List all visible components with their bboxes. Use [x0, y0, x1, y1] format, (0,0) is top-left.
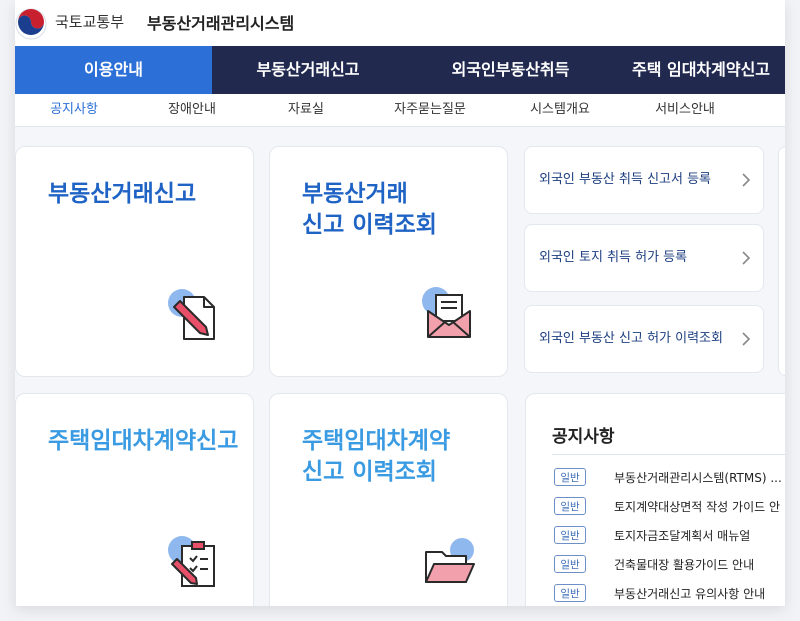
card-title: 부동산거래 신고 이력조회	[302, 181, 437, 238]
sub-nav: 공지사항 장애안내 자료실 자주묻는질문 시스템개요 서비스안내	[15, 94, 785, 127]
link-foreigner-permit-history[interactable]: 외국인 부동산 신고 허가 이력조회	[524, 305, 764, 373]
card-lease-report[interactable]: 주택임대차계약신고	[15, 393, 254, 606]
notice-text: 토지계약대상면적 작성 가이드 안	[614, 500, 781, 514]
link-label: 외국인 부동산 취득 신고서 등록	[539, 172, 712, 187]
sub-nav-item-service-guide[interactable]: 서비스안내	[643, 94, 727, 126]
sub-nav-item-library[interactable]: 자료실	[267, 94, 345, 126]
chevron-right-icon	[742, 251, 751, 265]
notice-text: 토지자금조달계획서 매뉴얼	[614, 529, 751, 543]
top-header: 국토교통부 부동산거래관리시스템	[15, 0, 785, 46]
notice-item[interactable]: 일반 부동산거래신고 유의사항 안내	[552, 584, 785, 604]
card-transaction-report[interactable]: 부동산거래신고	[15, 146, 254, 377]
system-name[interactable]: 부동산거래관리시스템	[147, 10, 294, 34]
page-frame: 국토교통부 부동산거래관리시스템 이용안내 부동산거래신고 외국인부동산취득 주…	[15, 0, 785, 606]
notice-panel: 공지사항 일반 부동산거래관리시스템(RTMS) ... 일반 토지계약대상면적…	[525, 393, 785, 606]
ministry-name: 국토교통부	[55, 13, 125, 31]
link-foreigner-land-permit[interactable]: 외국인 토지 취득 허가 등록	[524, 224, 764, 292]
document-pen-icon	[168, 289, 215, 340]
notice-title[interactable]: 공지사항	[552, 422, 615, 447]
notice-text: 부동산거래관리시스템(RTMS) ...	[614, 471, 782, 485]
sub-nav-item-notice[interactable]: 공지사항	[35, 94, 113, 126]
clipboard-pen-icon	[168, 536, 215, 587]
card-title: 주택임대차계약 신고 이력조회	[302, 428, 451, 485]
notice-item[interactable]: 일반 부동산거래관리시스템(RTMS) ...	[552, 468, 785, 488]
sub-nav-item-system-overview[interactable]: 시스템개요	[518, 94, 602, 126]
sub-nav-item-faq[interactable]: 자주묻는질문	[380, 94, 480, 126]
main-nav-item-guide[interactable]: 이용안내	[15, 46, 212, 94]
card-title: 부동산거래신고	[48, 181, 197, 207]
notice-badge: 일반	[554, 497, 586, 515]
main-nav: 이용안내 부동산거래신고 외국인부동산취득 주택 임대차계약신고	[15, 46, 785, 94]
card-lease-history[interactable]: 주택임대차계약 신고 이력조회	[269, 393, 508, 606]
notice-divider	[552, 454, 785, 455]
ministry-logo-icon[interactable]	[15, 8, 47, 40]
notice-badge: 일반	[554, 584, 586, 602]
notice-text: 부동산거래신고 유의사항 안내	[614, 587, 766, 601]
folder-open-icon	[425, 538, 475, 583]
chevron-right-icon	[742, 173, 751, 187]
notice-badge: 일반	[554, 555, 586, 573]
link-foreigner-acquisition-register[interactable]: 외국인 부동산 취득 신고서 등록	[524, 146, 764, 214]
link-label: 외국인 부동산 신고 허가 이력조회	[539, 331, 723, 346]
card-title: 주택임대차계약신고	[48, 428, 239, 454]
notice-item[interactable]: 일반 토지계약대상면적 작성 가이드 안	[552, 497, 785, 517]
notice-item[interactable]: 일반 건축물대장 활용가이드 안내	[552, 555, 785, 575]
notice-badge: 일반	[554, 526, 586, 544]
card-transaction-history[interactable]: 부동산거래 신고 이력조회	[269, 146, 508, 377]
notice-text: 건축물대장 활용가이드 안내	[614, 558, 755, 572]
chevron-right-icon	[742, 332, 751, 346]
main-nav-item-transaction-report[interactable]: 부동산거래신고	[212, 46, 404, 94]
side-panel-edge	[778, 146, 785, 376]
envelope-letter-icon	[422, 287, 471, 338]
sub-nav-item-outage[interactable]: 장애안내	[153, 94, 231, 126]
main-nav-item-foreigner-acquisition[interactable]: 외국인부동산취득	[404, 46, 617, 94]
notice-item[interactable]: 일반 토지자금조달계획서 매뉴얼	[552, 526, 785, 546]
link-label: 외국인 토지 취득 허가 등록	[539, 250, 688, 265]
main-nav-item-lease-report[interactable]: 주택 임대차계약신고	[617, 46, 785, 94]
notice-badge: 일반	[554, 468, 586, 486]
